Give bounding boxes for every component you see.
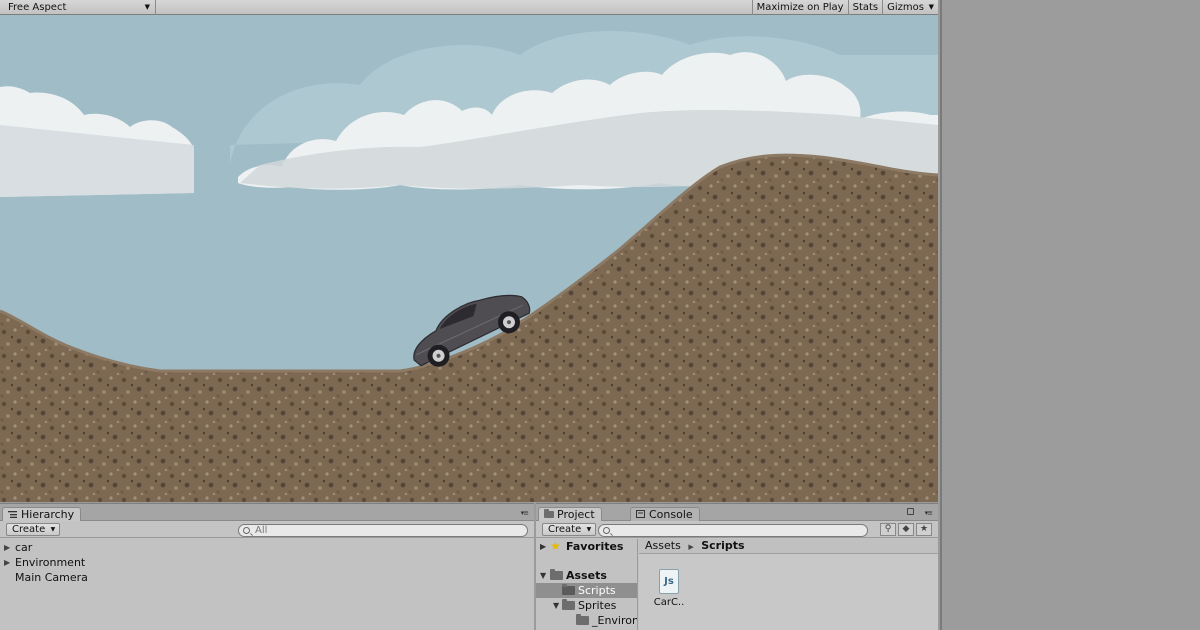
project-tabbar: Project Console ▾≡ <box>536 504 938 521</box>
tree-item-environ[interactable]: _Environ <box>536 613 637 628</box>
expand-arrow-icon[interactable]: ▶ <box>4 540 10 555</box>
panel-menu-icon[interactable]: ▾≡ <box>925 509 933 517</box>
hierarchy-search-input[interactable]: All <box>238 524 528 537</box>
create-label: Create <box>12 524 46 535</box>
hierarchy-tabbar: Hierarchy ▾≡ <box>0 504 534 521</box>
folder-icon <box>562 599 575 610</box>
hierarchy-create-button[interactable]: Create ▼ <box>6 523 61 536</box>
project-panel: Project Console ▾≡ Create ▼ ⚲ ◆ ★ ▶ ★ Fa… <box>536 503 938 630</box>
console-icon <box>636 510 645 518</box>
tree-item-favorites[interactable]: ▶ ★ Favorites <box>536 539 637 554</box>
project-toolbar: Create ▼ ⚲ ◆ ★ <box>536 521 938 538</box>
stats-toggle[interactable]: Stats <box>849 0 884 15</box>
tab-project[interactable]: Project <box>538 507 602 521</box>
panel-menu-icon[interactable]: ▾≡ <box>521 509 529 517</box>
search-icon <box>603 527 610 534</box>
hierarchy-item-car[interactable]: ▶ car <box>0 540 534 555</box>
tree-item-label: _Environ <box>592 614 638 627</box>
tree-item-label: Scripts <box>578 584 616 597</box>
gizmos-label: Gizmos <box>887 1 924 13</box>
list-icon <box>8 511 17 518</box>
game-viewport[interactable] <box>0 15 938 502</box>
create-label: Create <box>548 524 582 535</box>
hierarchy-search-placeholder: All <box>255 525 268 536</box>
breadcrumb: Assets ▶ Scripts <box>639 539 938 554</box>
folder-icon <box>562 584 575 595</box>
tab-hierarchy-label: Hierarchy <box>21 508 75 521</box>
dropdown-arrow-icon: ▼ <box>50 526 56 533</box>
folder-icon <box>544 509 554 518</box>
hierarchy-item-main-camera[interactable]: Main Camera <box>0 570 534 585</box>
aspect-dropdown[interactable]: Free Aspect ▼ <box>0 0 156 15</box>
javascript-file-icon: Js <box>659 569 679 594</box>
tab-console-label: Console <box>649 508 693 521</box>
project-asset-view: Assets ▶ Scripts Js CarC.. <box>639 539 938 630</box>
hierarchy-panel: Hierarchy ▾≡ Create ▼ All ▶ car ▶ Enviro… <box>0 503 534 630</box>
asset-item[interactable]: Js CarC.. <box>651 569 687 608</box>
dropdown-arrow-icon: ▼ <box>586 526 592 533</box>
hierarchy-item-environment[interactable]: ▶ Environment <box>0 555 534 570</box>
stats-label: Stats <box>852 1 879 13</box>
project-create-button[interactable]: Create ▼ <box>542 523 597 536</box>
maximize-on-play-label: Maximize on Play <box>756 1 844 13</box>
unity-editor: Free Aspect ▼ Maximize on Play Stats Giz… <box>0 0 1200 630</box>
collapse-arrow-icon[interactable]: ▼ <box>553 598 559 613</box>
hierarchy-item-label: car <box>15 541 33 554</box>
maximize-on-play-toggle[interactable]: Maximize on Play <box>751 0 849 15</box>
tree-item-label: Favorites <box>566 540 624 553</box>
breadcrumb-root[interactable]: Assets <box>645 539 681 552</box>
asset-label: CarC.. <box>653 597 685 608</box>
tree-item-label: Sprites <box>578 599 617 612</box>
search-icon <box>243 527 250 534</box>
expand-arrow-icon[interactable]: ▶ <box>4 555 10 570</box>
hierarchy-tree: ▶ car ▶ Environment Main Camera <box>0 538 534 585</box>
aspect-label: Free Aspect <box>8 1 67 13</box>
lock-icon[interactable] <box>907 508 914 515</box>
tree-item-assets[interactable]: ▼ Assets <box>536 568 637 583</box>
filter-by-label-icon[interactable]: ◆ <box>898 523 914 536</box>
project-search-input[interactable] <box>598 524 868 537</box>
inspector-panel <box>940 0 1200 630</box>
project-filter-buttons: ⚲ ◆ ★ <box>878 523 932 536</box>
breadcrumb-current[interactable]: Scripts <box>701 539 744 552</box>
folder-icon <box>576 614 589 625</box>
hierarchy-item-label: Environment <box>15 556 86 569</box>
tab-console[interactable]: Console <box>630 507 700 521</box>
collapse-arrow-icon[interactable]: ▼ <box>540 568 546 583</box>
folder-icon <box>550 569 563 580</box>
project-folder-tree: ▶ ★ Favorites ▼ Assets Scripts ▼ Sprites <box>536 539 638 630</box>
hierarchy-item-label: Main Camera <box>15 571 88 584</box>
tree-item-sprites[interactable]: ▼ Sprites <box>536 598 637 613</box>
game-scene <box>0 15 938 502</box>
dropdown-arrow-icon: ▼ <box>928 2 934 11</box>
tree-item-scripts[interactable]: Scripts <box>536 583 637 598</box>
star-icon: ★ <box>550 539 561 553</box>
favorite-icon[interactable]: ★ <box>916 523 932 536</box>
game-view-toolbar: Free Aspect ▼ Maximize on Play Stats Giz… <box>0 0 938 15</box>
tab-hierarchy[interactable]: Hierarchy <box>2 507 82 521</box>
gizmos-dropdown[interactable]: Gizmos ▼ <box>883 0 938 15</box>
hierarchy-toolbar: Create ▼ All <box>0 521 534 538</box>
filter-by-type-icon[interactable]: ⚲ <box>880 523 896 536</box>
dropdown-arrow-icon: ▼ <box>144 2 150 11</box>
expand-arrow-icon[interactable]: ▶ <box>540 539 546 554</box>
tree-item-label: Assets <box>566 569 607 582</box>
tab-project-label: Project <box>557 508 595 521</box>
breadcrumb-separator-icon: ▶ <box>688 543 694 551</box>
